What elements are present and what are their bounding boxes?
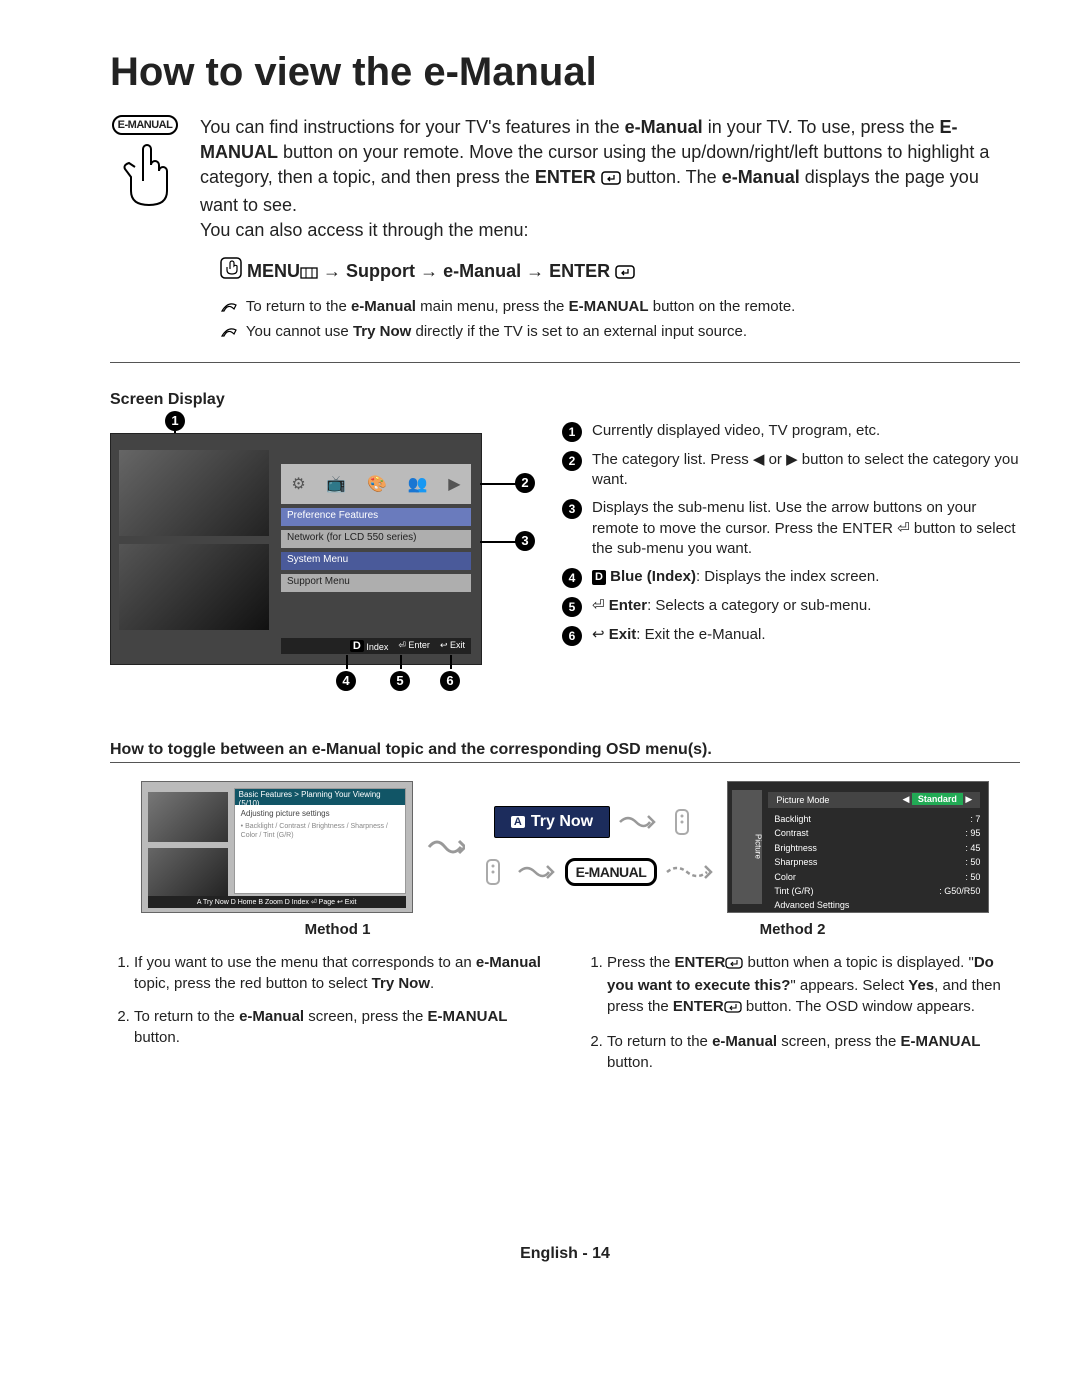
method1-steps: If you want to use the menu that corresp… — [110, 952, 547, 1085]
method2-label: Method 2 — [565, 921, 1020, 938]
wiggle-arrow-icon — [517, 859, 557, 885]
note-1: To return to the e-Manual main menu, pre… — [220, 298, 1020, 317]
intro-paragraph: You can find instructions for your TV's … — [200, 115, 1020, 243]
legend-item: 5⏎ Enter: Selects a category or sub-menu… — [562, 596, 1020, 617]
tv-menu-preference: Preference Features — [281, 508, 471, 526]
remote-icon — [666, 806, 698, 838]
legend-item: 4D Blue (Index): Displays the index scre… — [562, 567, 1020, 588]
emanual-remote-icon: E-MANUAL — [110, 115, 180, 243]
legend-item: 1Currently displayed video, TV program, … — [562, 421, 1020, 442]
wiggle-arrow-icon — [425, 827, 465, 867]
remote-icon — [477, 856, 509, 888]
toggle-heading: How to toggle between an e-Manual topic … — [110, 741, 1020, 763]
callout-5: 5 — [390, 671, 410, 691]
note-2: You cannot use Try Now directly if the T… — [220, 323, 1020, 342]
enter-icon — [601, 167, 621, 192]
callout-2: 2 — [515, 473, 535, 493]
enter-icon — [725, 954, 743, 975]
note-icon — [220, 299, 238, 317]
legend-list: 1Currently displayed video, TV program, … — [562, 421, 1020, 654]
tv-category-row: ⚙📺🎨👥▶ — [281, 464, 471, 504]
method1-screenshot: Basic Features > Planning Your Viewing (… — [141, 781, 413, 913]
callout-3: 3 — [515, 531, 535, 551]
method2-screenshot: Picture Picture Mode ◀ Standard ▶ Backli… — [727, 781, 989, 913]
legend-item: 6↩ Exit: Exit the e-Manual. — [562, 625, 1020, 646]
emanual-button[interactable]: E-MANUAL — [565, 858, 658, 886]
callout-6: 6 — [440, 671, 460, 691]
wiggle-arrow-icon — [618, 809, 658, 835]
tv-video-area — [119, 450, 269, 536]
emanual-button-label: E-MANUAL — [112, 115, 179, 135]
legend-item: 3Displays the sub-menu list. Use the arr… — [562, 498, 1020, 559]
note-icon — [220, 324, 238, 342]
tv-video-area-2 — [119, 544, 269, 630]
legend-item: 2The category list. Press ◀ or ▶ button … — [562, 450, 1020, 491]
tv-menu-support: Support Menu — [281, 574, 471, 592]
tv-footer-bar: D Index ⏎ Enter ↩ Exit — [281, 638, 471, 654]
menu-icon — [300, 263, 318, 284]
callout-4: 4 — [336, 671, 356, 691]
tv-menu-system: System Menu — [281, 552, 471, 570]
tv-menu-network: Network (for LCD 550 series) — [281, 530, 471, 548]
menu-path: MENU → Support → e-Manual → ENTER — [220, 257, 1020, 284]
screen-display-heading: Screen Display — [110, 391, 1020, 409]
tv-screenshot: ⚙📺🎨👥▶ Preference Features Network (for L… — [110, 433, 482, 665]
page-number: English - 14 — [110, 1245, 1020, 1263]
enter-icon — [615, 263, 635, 284]
hand-point-icon — [220, 257, 242, 284]
method2-steps: Press the ENTER button when a topic is d… — [583, 952, 1020, 1085]
wiggle-arrow-icon — [665, 859, 715, 885]
try-now-button[interactable]: A Try Now — [494, 806, 610, 838]
method1-label: Method 1 — [110, 921, 565, 938]
divider — [110, 362, 1020, 363]
method2-settings-list: Backlight: 7 Contrast: 95 Brightness: 45… — [774, 812, 980, 913]
callout-1: 1 — [165, 411, 185, 431]
page-title: How to view the e-Manual — [110, 50, 1020, 95]
hand-icon — [117, 141, 173, 213]
enter-icon — [724, 998, 742, 1019]
